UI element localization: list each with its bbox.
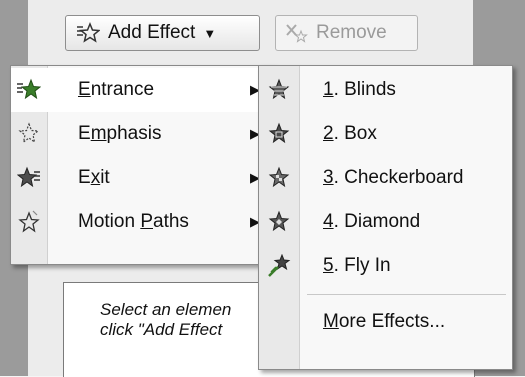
menu-item-label: 2. Box [323, 123, 377, 144]
menu-item-blinds[interactable]: 1. Blinds [259, 68, 512, 112]
menu-item-exit[interactable]: Exit ▶ [11, 156, 274, 200]
menu-item-emphasis[interactable]: Emphasis ▶ [11, 112, 274, 156]
menu-item-label: Motion Paths [78, 211, 189, 232]
entrance-star-icon [17, 78, 41, 100]
remove-effect-icon [286, 24, 308, 43]
menu-separator [307, 294, 506, 295]
menu-item-fly-in[interactable]: 5. Fly In [259, 244, 512, 288]
menu-item-label: Exit [78, 167, 110, 188]
blinds-star-icon [268, 78, 290, 100]
menu-item-label: 5. Fly In [323, 255, 391, 276]
box-star-icon [268, 122, 290, 144]
menu-item-box[interactable]: 2. Box [259, 112, 512, 156]
remove-label: Remove [316, 22, 387, 43]
menu-item-label: Emphasis [78, 123, 162, 144]
exit-star-icon [17, 166, 40, 188]
dropdown-arrow-icon: ▼ [203, 25, 217, 41]
add-effect-menu: Entrance ▶ Emphasis ▶ Exit ▶ Motion Path… [10, 65, 275, 265]
entrance-submenu: 1. Blinds 2. Box 3. Checkerboard 4. Diam… [258, 65, 513, 370]
menu-item-label: Entrance [78, 79, 155, 100]
remove-button[interactable]: Remove [275, 15, 418, 51]
diamond-star-icon [268, 210, 290, 232]
menu-item-entrance[interactable]: Entrance ▶ [11, 68, 274, 112]
menu-item-label: 1. Blinds [323, 79, 396, 100]
menu-item-motion-paths[interactable]: Motion Paths ▶ [11, 200, 274, 244]
menu-item-label: 3. Checkerboard [323, 167, 464, 188]
menu-item-label: More Effects... [323, 311, 446, 332]
menu-item-diamond[interactable]: 4. Diamond [259, 200, 512, 244]
menu-item-checkerboard[interactable]: 3. Checkerboard [259, 156, 512, 200]
motion-paths-star-icon [18, 210, 40, 233]
add-effect-button[interactable]: Add Effect ▼ [65, 15, 260, 51]
add-effect-label: Add Effect [108, 22, 196, 43]
fly-in-star-icon [268, 254, 291, 277]
add-effect-star-icon [77, 22, 100, 43]
checkerboard-star-icon [268, 166, 290, 188]
menu-item-more-effects[interactable]: More Effects... [259, 300, 512, 344]
emphasis-star-icon [18, 122, 40, 144]
menu-item-label: 4. Diamond [323, 211, 421, 232]
